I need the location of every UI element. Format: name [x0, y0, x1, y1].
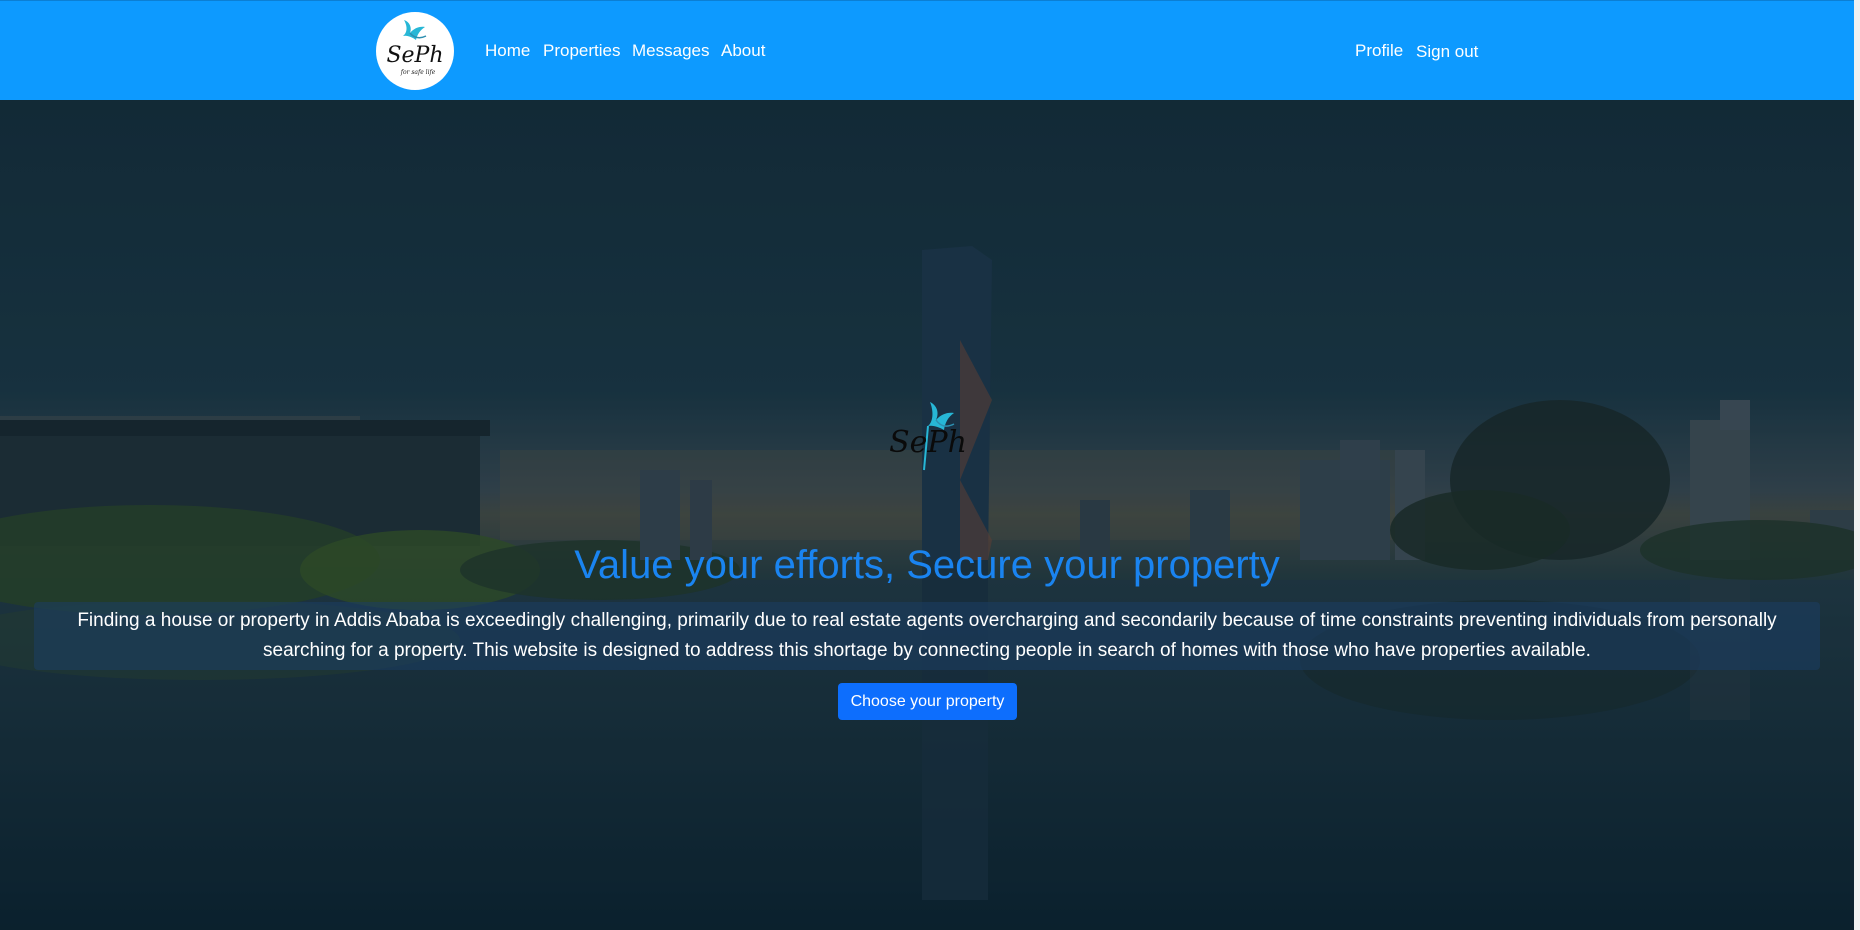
nav-sign-out[interactable]: Sign out [1416, 42, 1478, 62]
logo-tagline: for safe life [400, 69, 436, 76]
choose-property-button[interactable]: Choose your property [838, 683, 1017, 720]
hero-section: SePh Value your efforts, Secure your pro… [0, 100, 1854, 930]
brand-logo-link[interactable]: SePh for safe life [376, 12, 454, 90]
logo-text: SePh [386, 43, 443, 68]
nav-home[interactable]: Home [485, 41, 530, 61]
hero-seph-logo: SePh [889, 402, 967, 471]
page: SePh for safe life Home Properties Messa… [0, 0, 1860, 930]
nav-properties[interactable]: Properties [543, 41, 620, 61]
nav-about[interactable]: About [721, 41, 765, 61]
hero-background-image [0, 100, 1854, 930]
hero-title: Value your efforts, Secure your property [574, 543, 1280, 587]
hero-description: Finding a house or property in Addis Aba… [77, 610, 1777, 661]
hero-logo-text: SePh [889, 425, 967, 460]
bird-icon [403, 20, 427, 40]
scrollbar-track[interactable] [1854, 0, 1860, 930]
seph-logo: SePh for safe life [386, 20, 444, 76]
nav-profile[interactable]: Profile [1355, 41, 1403, 61]
nav-messages[interactable]: Messages [632, 41, 709, 61]
navbar: SePh for safe life Home Properties Messa… [0, 0, 1854, 100]
